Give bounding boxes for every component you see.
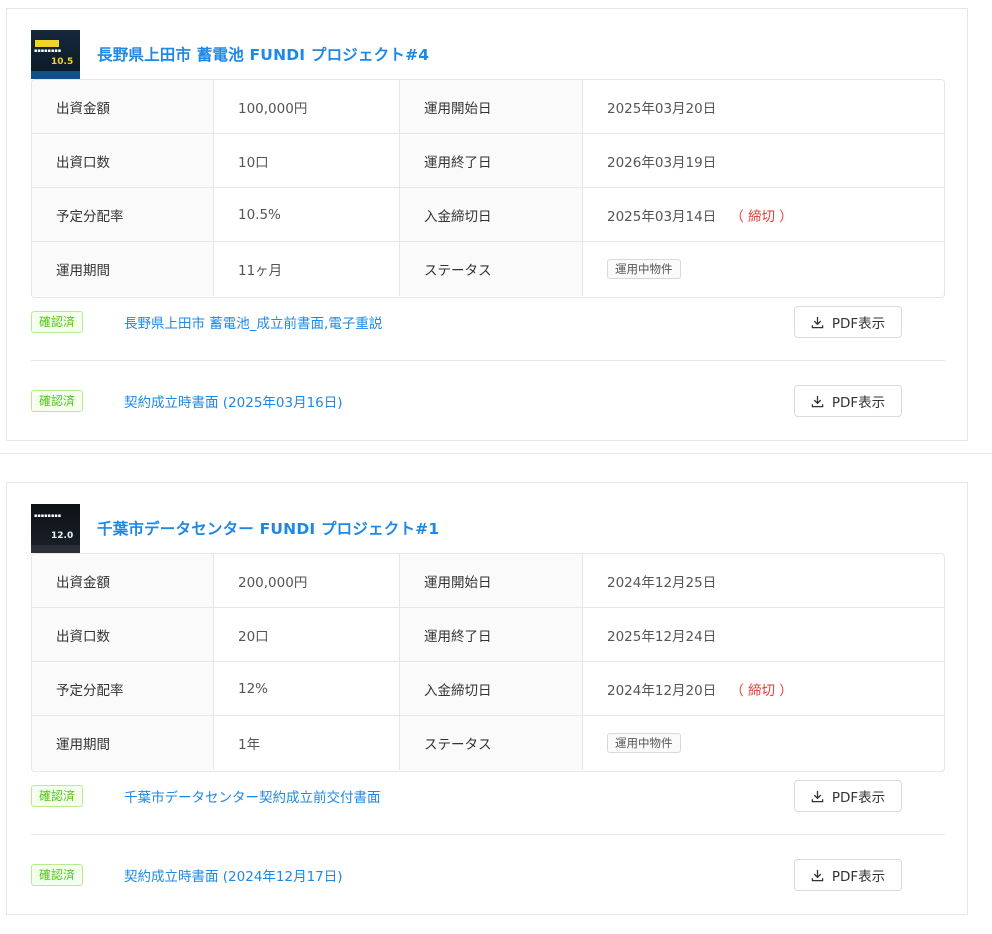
label-start-date: 運用開始日 (400, 80, 583, 133)
label-distribution-rate: 予定分配率 (32, 662, 214, 715)
table-row: 出資金額 200,000円 運用開始日 2024年12月25日 (32, 554, 944, 608)
value-operation-period: 1年 (214, 716, 400, 770)
pdf-view-label: PDF表示 (831, 395, 886, 411)
download-icon (811, 395, 824, 407)
document-row: 確認済 契約成立時書面 (2025年03月16日) PDF表示 (31, 381, 902, 421)
document-link[interactable]: 契約成立時書面 (2024年12月17日) (124, 865, 343, 885)
label-distribution-rate: 予定分配率 (32, 188, 214, 241)
divider (31, 834, 945, 835)
pdf-view-button[interactable]: PDF表示 (794, 859, 902, 891)
document-link[interactable]: 契約成立時書面 (2025年03月16日) (124, 391, 343, 411)
confirmed-badge: 確認済 (31, 785, 84, 807)
pdf-view-label: PDF表示 (831, 790, 886, 806)
value-units: 10口 (214, 134, 400, 187)
label-units: 出資口数 (32, 134, 214, 187)
value-investment-amount: 200,000円 (214, 554, 400, 607)
table-row: 運用期間 1年 ステータス 運用中物件 (32, 716, 944, 770)
deadline-date: 2025年03月14日 (607, 208, 717, 225)
table-row: 出資金額 100,000円 運用開始日 2025年03月20日 (32, 80, 944, 134)
table-row: 運用期間 11ヶ月 ステータス 運用中物件 (32, 242, 944, 296)
download-icon (811, 790, 824, 802)
label-end-date: 運用終了日 (400, 134, 583, 187)
label-operation-period: 運用期間 (32, 716, 214, 770)
value-distribution-rate: 12% (214, 662, 400, 715)
project-title-link[interactable]: 千葉市データセンター FUNDI プロジェクト#1 (97, 517, 439, 539)
document-row: 確認済 契約成立時書面 (2024年12月17日) PDF表示 (31, 855, 902, 895)
project-title-link[interactable]: 長野県上田市 蓄電池 FUNDI プロジェクト#4 (97, 43, 429, 65)
project-header: ▪▪▪▪▪▪▪▪ 12.0 千葉市データセンター FUNDI プロジェクト#1 (31, 503, 439, 553)
value-status: 運用中物件 (583, 716, 944, 770)
label-payment-deadline: 入金締切日 (400, 662, 583, 715)
pdf-view-button[interactable]: PDF表示 (794, 385, 902, 417)
table-row: 予定分配率 12% 入金締切日 2024年12月20日 （ 締切 ） (32, 662, 944, 716)
table-row: 出資口数 10口 運用終了日 2026年03月19日 (32, 134, 944, 188)
label-operation-period: 運用期間 (32, 242, 214, 296)
label-status: ステータス (400, 242, 583, 296)
value-status: 運用中物件 (583, 242, 944, 296)
pdf-view-button[interactable]: PDF表示 (794, 306, 902, 338)
pdf-view-label: PDF表示 (831, 869, 886, 885)
project-details-table: 出資金額 200,000円 運用開始日 2024年12月25日 出資口数 20口… (31, 553, 945, 772)
table-row: 予定分配率 10.5% 入金締切日 2025年03月14日 （ 締切 ） (32, 188, 944, 242)
label-investment-amount: 出資金額 (32, 80, 214, 133)
status-badge: 運用中物件 (607, 733, 681, 753)
confirmed-badge: 確認済 (31, 864, 84, 886)
pdf-view-button[interactable]: PDF表示 (794, 780, 902, 812)
value-operation-period: 11ヶ月 (214, 242, 400, 296)
closed-label: （ 締切 ） (730, 208, 793, 225)
section-divider (0, 453, 992, 454)
document-row: 確認済 長野県上田市 蓄電池_成立前書面,電子重説 PDF表示 (31, 302, 902, 342)
label-status: ステータス (400, 716, 583, 770)
value-start-date: 2024年12月25日 (607, 574, 717, 591)
value-end-date: 2026年03月19日 (607, 154, 717, 171)
status-badge: 運用中物件 (607, 259, 681, 279)
table-row: 出資口数 20口 運用終了日 2025年12月24日 (32, 608, 944, 662)
label-end-date: 運用終了日 (400, 608, 583, 661)
pdf-view-label: PDF表示 (831, 316, 886, 332)
document-link[interactable]: 長野県上田市 蓄電池_成立前書面,電子重説 (124, 312, 382, 332)
divider (31, 360, 945, 361)
value-distribution-rate: 10.5% (214, 188, 400, 241)
project-details-table: 出資金額 100,000円 運用開始日 2025年03月20日 出資口数 10口… (31, 79, 945, 298)
project-header: ▪▪▪▪▪▪▪▪ 10.5 長野県上田市 蓄電池 FUNDI プロジェクト#4 (31, 29, 429, 79)
project-thumbnail-image: ▪▪▪▪▪▪▪▪ 10.5 (31, 29, 80, 79)
value-start-date: 2025年03月20日 (607, 100, 717, 117)
project-thumbnail-image: ▪▪▪▪▪▪▪▪ 12.0 (31, 503, 80, 553)
confirmed-badge: 確認済 (31, 390, 84, 412)
deadline-date: 2024年12月20日 (607, 682, 717, 699)
project-card: ▪▪▪▪▪▪▪▪ 10.5 長野県上田市 蓄電池 FUNDI プロジェクト#4 … (6, 8, 968, 441)
value-units: 20口 (214, 608, 400, 661)
label-investment-amount: 出資金額 (32, 554, 214, 607)
project-card: ▪▪▪▪▪▪▪▪ 12.0 千葉市データセンター FUNDI プロジェクト#1 … (6, 482, 968, 915)
label-units: 出資口数 (32, 608, 214, 661)
document-row: 確認済 千葉市データセンター契約成立前交付書面 PDF表示 (31, 776, 902, 816)
document-link[interactable]: 千葉市データセンター契約成立前交付書面 (124, 786, 381, 806)
label-payment-deadline: 入金締切日 (400, 188, 583, 241)
confirmed-badge: 確認済 (31, 311, 84, 333)
value-payment-deadline: 2025年03月14日 （ 締切 ） (583, 188, 944, 241)
value-payment-deadline: 2024年12月20日 （ 締切 ） (583, 662, 944, 715)
label-start-date: 運用開始日 (400, 554, 583, 607)
value-investment-amount: 100,000円 (214, 80, 400, 133)
download-icon (811, 869, 824, 881)
closed-label: （ 締切 ） (730, 682, 793, 699)
value-end-date: 2025年12月24日 (607, 628, 717, 645)
download-icon (811, 316, 824, 328)
